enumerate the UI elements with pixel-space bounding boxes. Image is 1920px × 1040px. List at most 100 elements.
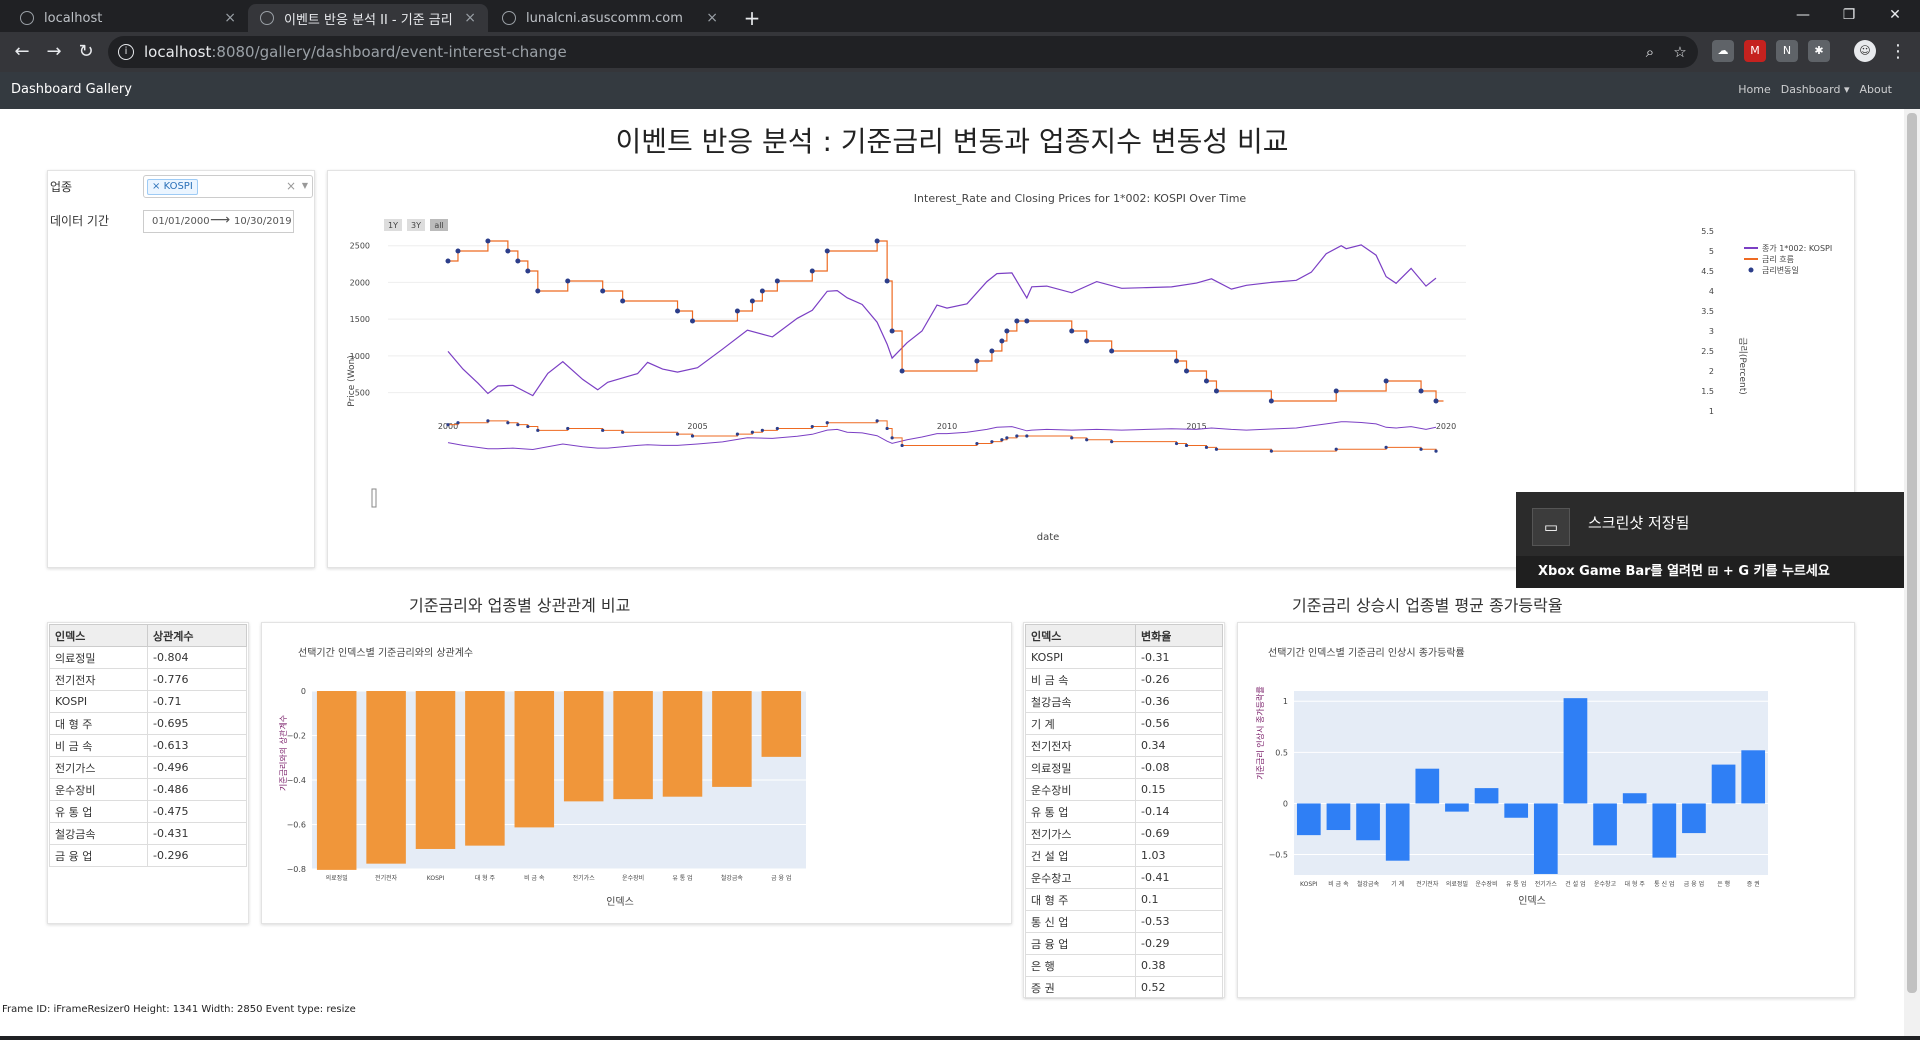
change-index-cell[interactable]: 금 융 업	[1025, 932, 1136, 955]
rate-change-point[interactable]	[884, 278, 890, 284]
brand[interactable]: Dashboard Gallery	[11, 82, 132, 97]
change-index-cell[interactable]: 대 형 주	[1025, 888, 1136, 911]
table-row[interactable]: 은 행 0.38	[1025, 954, 1223, 977]
rate-change-point[interactable]	[809, 268, 815, 274]
bar[interactable]	[1296, 803, 1321, 836]
window-close-button[interactable]: ✕	[1872, 0, 1918, 32]
corr-index-cell[interactable]: 유 통 업	[49, 800, 148, 823]
rate-change-point[interactable]	[749, 298, 755, 304]
rate-change-point[interactable]	[1014, 318, 1020, 324]
corr-value-cell[interactable]: -0.486	[147, 778, 247, 801]
bar[interactable]	[316, 691, 357, 870]
profile-avatar[interactable]: ☺	[1854, 40, 1876, 62]
table-row[interactable]: 전기가스 -0.69	[1025, 822, 1223, 845]
change-index-cell[interactable]: 의료정밀	[1025, 756, 1136, 779]
rate-change-point[interactable]	[1418, 388, 1424, 394]
rate-change-point[interactable]	[1333, 388, 1339, 394]
table-row[interactable]: 금 융 업 -0.29	[1025, 932, 1223, 955]
bar[interactable]	[514, 691, 555, 828]
change-value-cell[interactable]: 0.1	[1135, 888, 1223, 911]
change-value-cell[interactable]: -0.31	[1135, 646, 1223, 669]
table-row[interactable]: 건 설 업 1.03	[1025, 844, 1223, 867]
zoom-icon[interactable]: ⌕	[1638, 40, 1662, 64]
change-value-cell[interactable]: -0.08	[1135, 756, 1223, 779]
corr-plot-area[interactable]: 0 −0.2 −0.4 −0.6 −0.8 의료정밀 전기전자 KOSPI 대 형 주 비 금 속…	[287, 687, 806, 882]
corr-index-cell[interactable]: 금 융 업	[49, 844, 148, 867]
ts-plot-area[interactable]: 500 1000 1500 2000 2500 1 1.5 2 2.5 3 3.5 4 4.5 5 5.5 2…	[350, 227, 1714, 431]
rate-change-point[interactable]	[1433, 398, 1439, 404]
table-row[interactable]: 유 통 업 -0.14	[1025, 800, 1223, 823]
rate-change-point[interactable]	[999, 338, 1005, 344]
table-row[interactable]: 전기전자 0.34	[1025, 734, 1223, 757]
change-index-cell[interactable]: 전기전자	[1025, 734, 1136, 757]
change-value-cell[interactable]: 0.38	[1135, 954, 1223, 977]
rate-change-point[interactable]	[989, 348, 995, 354]
table-row[interactable]: KOSPI -0.31	[1025, 646, 1223, 669]
rate-change-point[interactable]	[889, 328, 895, 334]
bar[interactable]	[1652, 803, 1677, 858]
nav-dashboard[interactable]: Dashboard ▾	[1781, 83, 1850, 96]
table-row[interactable]: 유 통 업 -0.475	[49, 800, 247, 823]
change-value-cell[interactable]: -0.26	[1135, 668, 1223, 691]
address-bar[interactable]: i localhost:8080/gallery/dashboard/event…	[108, 36, 1698, 68]
rate-change-point[interactable]	[455, 248, 461, 254]
rate-change-point[interactable]	[1174, 358, 1180, 364]
corr-index-cell[interactable]: 전기가스	[49, 756, 148, 779]
screenshot-toast[interactable]: ▭ 스크린샷 저장됨 Xbox Game Bar를 열려면 ⊞ + G 키를 누…	[1516, 492, 1904, 588]
change-value-cell[interactable]: -0.56	[1135, 712, 1223, 735]
rate-change-point[interactable]	[774, 278, 780, 284]
col-header-change[interactable]: 변화율	[1135, 624, 1223, 647]
rate-change-point[interactable]	[1069, 328, 1075, 334]
corr-value-cell[interactable]: -0.496	[147, 756, 247, 779]
bar[interactable]	[1711, 764, 1736, 804]
table-row[interactable]: KOSPI -0.71	[49, 690, 247, 713]
change-index-cell[interactable]: 통 신 업	[1025, 910, 1136, 933]
table-row[interactable]: 철강금속 -0.36	[1025, 690, 1223, 713]
start-date-input[interactable]: 01/01/2000	[152, 216, 210, 227]
table-row[interactable]: 기 계 -0.56	[1025, 712, 1223, 735]
extension-cloud-icon[interactable]: ☁	[1712, 40, 1734, 62]
rate-change-point[interactable]	[1213, 388, 1219, 394]
change-value-cell[interactable]: -0.69	[1135, 822, 1223, 845]
minimize-button[interactable]: —	[1780, 0, 1826, 32]
page-scrollbar[interactable]	[1904, 109, 1920, 1036]
rate-change-point[interactable]	[1109, 348, 1115, 354]
table-row[interactable]: 의료정밀 -0.804	[49, 646, 247, 669]
table-row[interactable]: 금 융 업 -0.296	[49, 844, 247, 867]
corr-value-cell[interactable]: -0.804	[147, 646, 247, 669]
rate-change-point[interactable]	[759, 288, 765, 294]
change-value-cell[interactable]: -0.41	[1135, 866, 1223, 889]
col-header-index[interactable]: 인덱스	[1025, 624, 1136, 647]
corr-index-cell[interactable]: KOSPI	[49, 690, 148, 713]
rate-change-point[interactable]	[1184, 368, 1190, 374]
change-index-cell[interactable]: 건 설 업	[1025, 844, 1136, 867]
rate-change-point[interactable]	[445, 258, 451, 264]
site-info-icon[interactable]: i	[118, 44, 134, 60]
rate-change-point[interactable]	[974, 358, 980, 364]
table-row[interactable]: 의료정밀 -0.08	[1025, 756, 1223, 779]
bookmark-star-icon[interactable]: ☆	[1668, 40, 1692, 64]
close-tab-icon[interactable]: ×	[706, 10, 718, 26]
extension-gear-icon[interactable]: ✱	[1808, 40, 1830, 62]
bar[interactable]	[1504, 803, 1529, 818]
rate-change-point[interactable]	[515, 258, 521, 264]
bar[interactable]	[1474, 788, 1499, 804]
change-index-cell[interactable]: 운수창고	[1025, 866, 1136, 889]
range-slider-handle[interactable]	[371, 488, 377, 508]
change-index-cell[interactable]: 철강금속	[1025, 690, 1136, 713]
col-header-corr[interactable]: 상관계수	[147, 624, 247, 647]
bar[interactable]	[1741, 750, 1766, 804]
bar[interactable]	[465, 691, 505, 846]
change-plot-area[interactable]: 1 0.5 0 −0.5 KOSPI 비 금 속 철강금속 기 계 전기전자 의료정밀 운수장비 유 …	[1269, 691, 1768, 888]
rate-change-point[interactable]	[690, 318, 696, 324]
extension-n-icon[interactable]: N	[1776, 40, 1798, 62]
new-tab-button[interactable]: +	[738, 4, 766, 32]
corr-index-cell[interactable]: 철강금속	[49, 822, 148, 845]
rate-change-point[interactable]	[535, 288, 541, 294]
chip-remove-icon[interactable]: ×	[152, 181, 160, 192]
bar[interactable]	[613, 691, 653, 800]
change-value-cell[interactable]: -0.53	[1135, 910, 1223, 933]
bar[interactable]	[1385, 803, 1410, 861]
table-row[interactable]: 운수장비 -0.486	[49, 778, 247, 801]
corr-value-cell[interactable]: -0.296	[147, 844, 247, 867]
